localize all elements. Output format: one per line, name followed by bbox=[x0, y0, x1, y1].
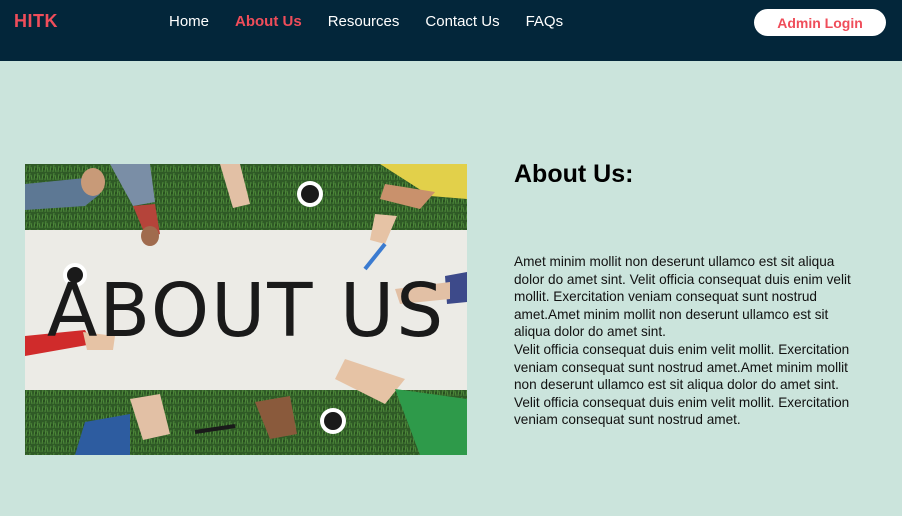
nav-link-home[interactable]: Home bbox=[169, 13, 209, 30]
nav-link-faqs[interactable]: FAQs bbox=[526, 13, 564, 30]
brand-logo[interactable]: HITK bbox=[14, 11, 58, 32]
about-heading: About Us: bbox=[514, 160, 634, 188]
about-us-hero-image: ABOUT US bbox=[25, 164, 467, 455]
about-paragraph-1: Amet minim mollit non deserunt ullamco e… bbox=[514, 254, 851, 340]
navbar: HITK Home About Us Resources Contact Us … bbox=[0, 0, 902, 61]
admin-login-button[interactable]: Admin Login bbox=[754, 9, 886, 36]
banner-text: ABOUT US bbox=[47, 268, 445, 354]
nav-link-about-us[interactable]: About Us bbox=[235, 13, 302, 30]
nav-links: Home About Us Resources Contact Us FAQs bbox=[169, 13, 589, 30]
about-paragraph-2: Velit officia consequat duis enim velit … bbox=[514, 341, 850, 428]
nav-link-contact-us[interactable]: Contact Us bbox=[425, 13, 499, 30]
about-us-illustration: ABOUT US bbox=[25, 164, 467, 455]
about-text: Amet minim mollit non deserunt ullamco e… bbox=[514, 253, 864, 429]
nav-link-resources[interactable]: Resources bbox=[328, 13, 400, 30]
